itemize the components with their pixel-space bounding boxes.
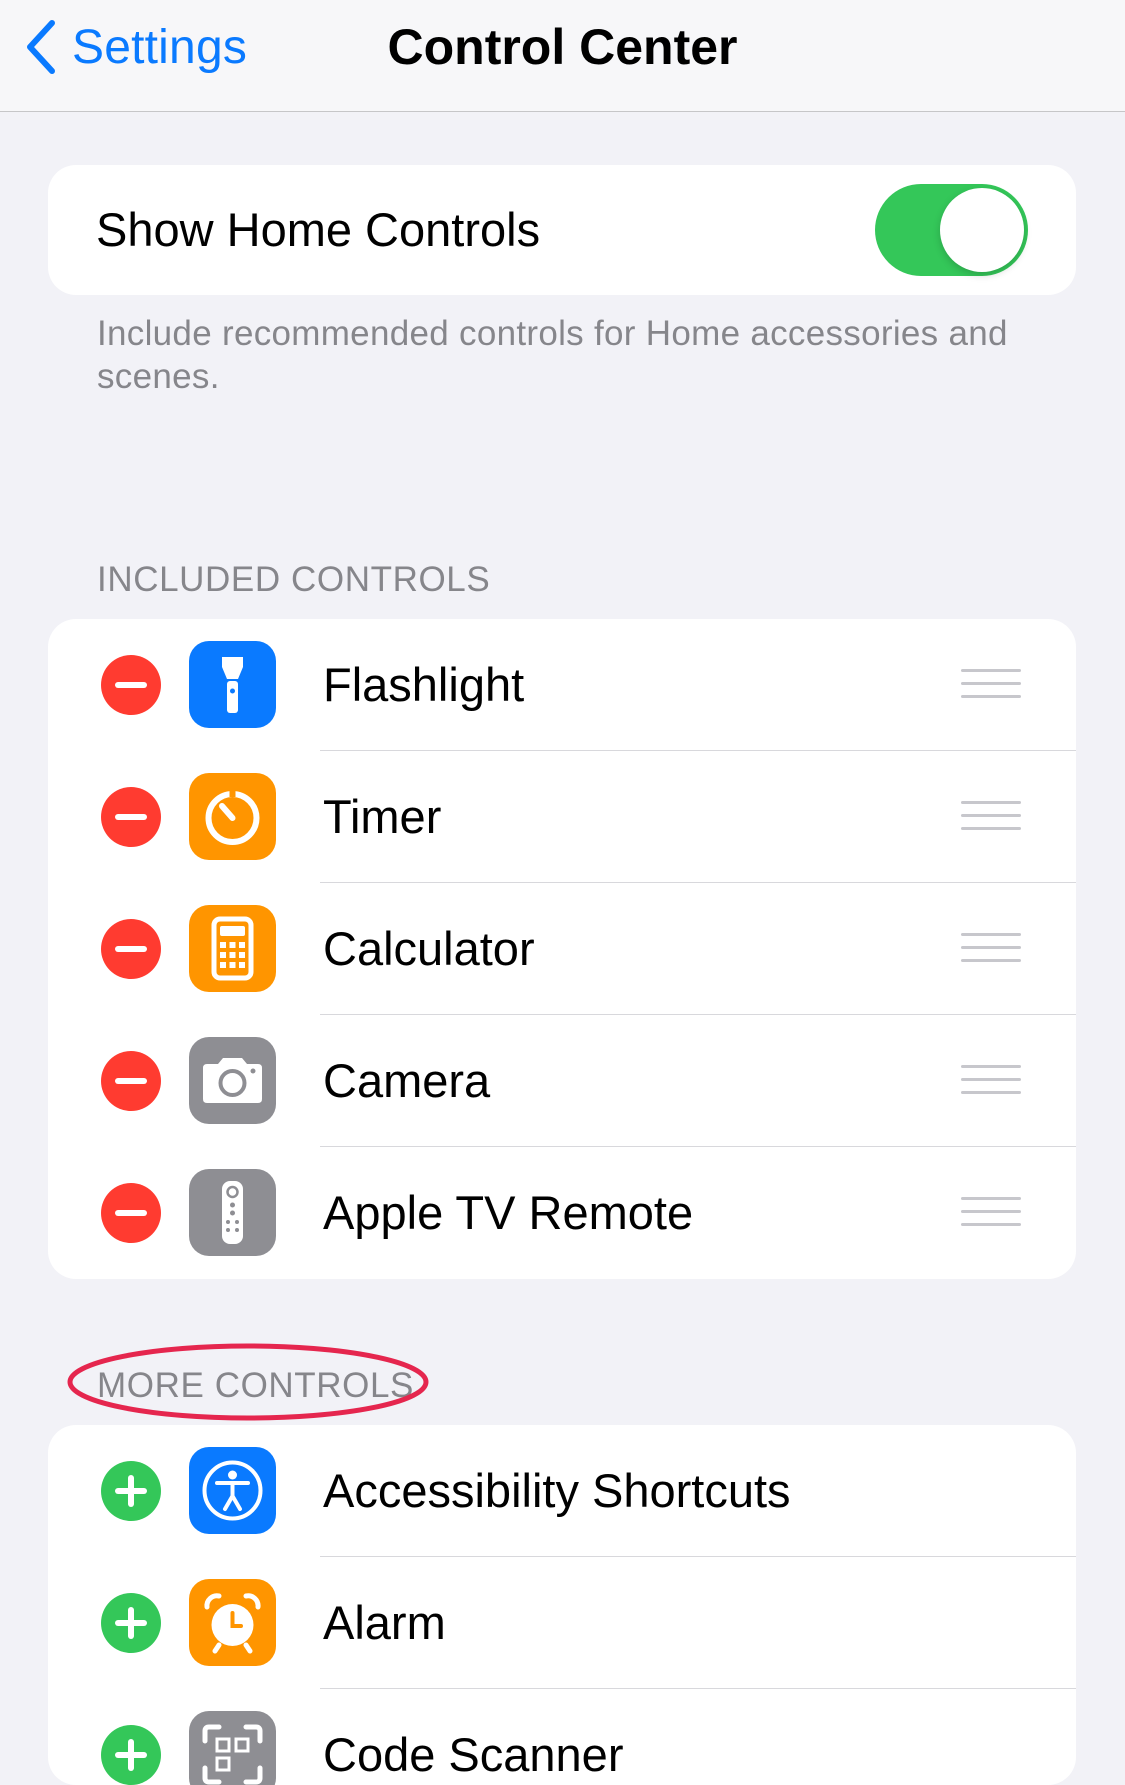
list-item-calculator[interactable]: Calculator bbox=[48, 883, 1076, 1015]
home-controls-footnote: Include recommended controls for Home ac… bbox=[97, 314, 1008, 396]
remove-button[interactable] bbox=[101, 1183, 161, 1243]
list-item-code-scanner[interactable]: Code Scanner bbox=[48, 1689, 1076, 1785]
camera-icon bbox=[189, 1037, 276, 1124]
list-item-camera[interactable]: Camera bbox=[48, 1015, 1076, 1147]
remove-button[interactable] bbox=[101, 1051, 161, 1111]
more-controls-header: MORE CONTROLS bbox=[97, 1366, 414, 1405]
qr-code-icon bbox=[189, 1711, 276, 1785]
included-controls-list: Flashlight Timer Calculator Camera Apple… bbox=[48, 619, 1076, 1279]
reorder-handle[interactable] bbox=[961, 933, 1021, 965]
reorder-handle[interactable] bbox=[961, 801, 1021, 833]
remote-icon bbox=[189, 1169, 276, 1256]
navigation-bar: Settings Control Center bbox=[0, 0, 1125, 112]
add-button[interactable] bbox=[101, 1725, 161, 1785]
timer-icon bbox=[189, 773, 276, 860]
included-controls-header: INCLUDED CONTROLS bbox=[97, 560, 491, 599]
home-controls-label: Show Home Controls bbox=[96, 203, 541, 256]
reorder-handle[interactable] bbox=[961, 1065, 1021, 1097]
accessibility-icon bbox=[189, 1447, 276, 1534]
flashlight-icon bbox=[189, 641, 276, 728]
toggle-knob bbox=[940, 188, 1024, 272]
list-item-label: Alarm bbox=[323, 1596, 446, 1649]
more-controls-list: Accessibility Shortcuts Alarm Code Scann… bbox=[48, 1425, 1076, 1785]
reorder-handle[interactable] bbox=[961, 669, 1021, 701]
list-item-label: Code Scanner bbox=[323, 1728, 624, 1781]
list-item-label: Camera bbox=[323, 1054, 491, 1107]
list-item-flashlight[interactable]: Flashlight bbox=[48, 619, 1076, 751]
remove-button[interactable] bbox=[101, 787, 161, 847]
list-item-alarm[interactable]: Alarm bbox=[48, 1557, 1076, 1689]
remove-button[interactable] bbox=[101, 919, 161, 979]
list-item-timer[interactable]: Timer bbox=[48, 751, 1076, 883]
page-title: Control Center bbox=[387, 19, 738, 75]
list-item-label: Calculator bbox=[323, 922, 535, 975]
add-button[interactable] bbox=[101, 1461, 161, 1521]
home-controls-card: Show Home Controls bbox=[48, 165, 1076, 295]
calculator-icon bbox=[189, 905, 276, 992]
list-item-label: Accessibility Shortcuts bbox=[323, 1464, 791, 1517]
list-item-label: Flashlight bbox=[323, 658, 525, 711]
list-item-label: Timer bbox=[323, 790, 442, 843]
home-controls-toggle[interactable] bbox=[875, 184, 1028, 276]
list-item-accessibility-shortcuts[interactable]: Accessibility Shortcuts bbox=[48, 1425, 1076, 1557]
reorder-handle[interactable] bbox=[961, 1197, 1021, 1229]
list-item-label: Apple TV Remote bbox=[323, 1186, 694, 1239]
remove-button[interactable] bbox=[101, 655, 161, 715]
alarm-icon bbox=[189, 1579, 276, 1666]
add-button[interactable] bbox=[101, 1593, 161, 1653]
list-item-apple-tv-remote[interactable]: Apple TV Remote bbox=[48, 1147, 1076, 1279]
